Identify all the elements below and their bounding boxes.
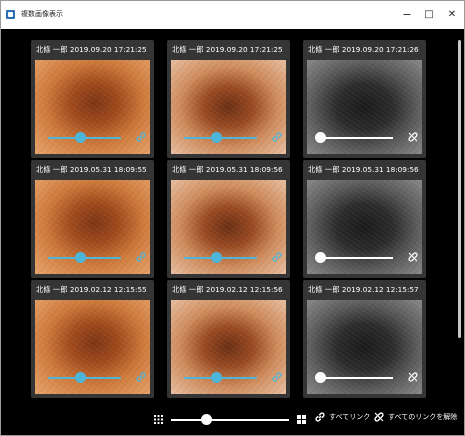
tile-label: 北條 一郎 2019.09.20 17:21:25 <box>36 45 147 54</box>
lesion-image <box>35 300 150 394</box>
link-icon[interactable] <box>271 131 283 143</box>
link-all-button[interactable]: すべてリンク <box>314 411 370 427</box>
lesion-image <box>171 60 286 154</box>
tile-label: 北條 一郎 2019.02.12 12:15:56 <box>172 285 283 294</box>
app-icon <box>6 10 15 19</box>
zoom-slider-thumb[interactable] <box>200 414 212 425</box>
link-icon <box>314 411 326 423</box>
unlink-icon[interactable] <box>407 371 419 383</box>
close-button[interactable]: ✕ <box>440 5 464 25</box>
image-tile[interactable]: 北條 一郎 2019.05.31 18:09:56 <box>167 160 290 278</box>
image-tile[interactable]: 北條 一郎 2019.09.20 17:21:26 <box>303 40 426 158</box>
opacity-slider-thumb[interactable] <box>314 252 326 263</box>
link-icon[interactable] <box>271 371 283 383</box>
tile-label: 北條 一郎 2019.09.20 17:21:25 <box>172 45 283 54</box>
opacity-slider-thumb[interactable] <box>314 132 326 143</box>
window-title: 複数画像表示 <box>21 10 63 18</box>
image-tile[interactable]: 北條 一郎 2019.09.20 17:21:25 <box>167 40 290 158</box>
tile-label: 北條 一郎 2019.05.31 18:09:56 <box>172 165 283 174</box>
opacity-slider-track[interactable] <box>320 137 393 139</box>
link-icon[interactable] <box>271 251 283 263</box>
lesion-image <box>35 180 150 274</box>
tile-label: 北條 一郎 2019.02.12 12:15:57 <box>308 285 419 294</box>
link-icon[interactable] <box>135 251 147 263</box>
lesion-image <box>171 180 286 274</box>
grid-large-icon[interactable] <box>297 415 306 424</box>
link-icon[interactable] <box>135 131 147 143</box>
app-window: 複数画像表示 − □ ✕ 北條 一郎 2019.09.20 17:21:25 北條… <box>0 0 465 436</box>
image-grid-area: 北條 一郎 2019.09.20 17:21:25 北條 一郎 2019.09.2… <box>2 29 463 435</box>
unlink-icon[interactable] <box>407 131 419 143</box>
lesion-image <box>171 300 286 394</box>
vertical-scrollbar[interactable] <box>458 40 461 338</box>
opacity-slider-track[interactable] <box>320 257 393 259</box>
unlink-icon[interactable] <box>407 251 419 263</box>
minimize-button[interactable]: − <box>395 5 419 25</box>
zoom-slider-track[interactable] <box>171 419 289 421</box>
bottom-toolbar: すべてリンク すべてのリンクを解除 <box>2 405 463 429</box>
tile-label: 北條 一郎 2019.05.31 18:09:56 <box>308 165 419 174</box>
tile-label: 北條 一郎 2019.05.31 18:09:55 <box>36 165 147 174</box>
unlink-all-button[interactable]: すべてのリンクを解除 <box>373 411 457 427</box>
unlink-all-label: すべてのリンクを解除 <box>388 413 458 421</box>
opacity-slider-thumb[interactable] <box>314 372 326 383</box>
image-tile[interactable]: 北條 一郎 2019.05.31 18:09:56 <box>303 160 426 278</box>
grid-small-icon[interactable] <box>154 415 163 424</box>
tile-label: 北條 一郎 2019.09.20 17:21:26 <box>308 45 419 54</box>
image-tile[interactable]: 北條 一郎 2019.02.12 12:15:55 <box>31 280 154 398</box>
image-tile[interactable]: 北條 一郎 2019.02.12 12:15:57 <box>303 280 426 398</box>
image-tile[interactable]: 北條 一郎 2019.09.20 17:21:25 <box>31 40 154 158</box>
title-bar: 複数画像表示 − □ ✕ <box>1 1 464 29</box>
link-all-label: すべてリンク <box>329 413 371 421</box>
opacity-slider-track[interactable] <box>320 377 393 379</box>
link-icon[interactable] <box>135 371 147 383</box>
tile-label: 北條 一郎 2019.02.12 12:15:55 <box>36 285 147 294</box>
maximize-button[interactable]: □ <box>417 5 441 25</box>
unlink-icon <box>373 411 385 423</box>
lesion-image <box>35 60 150 154</box>
image-tile[interactable]: 北條 一郎 2019.05.31 18:09:55 <box>31 160 154 278</box>
image-tile[interactable]: 北條 一郎 2019.02.12 12:15:56 <box>167 280 290 398</box>
